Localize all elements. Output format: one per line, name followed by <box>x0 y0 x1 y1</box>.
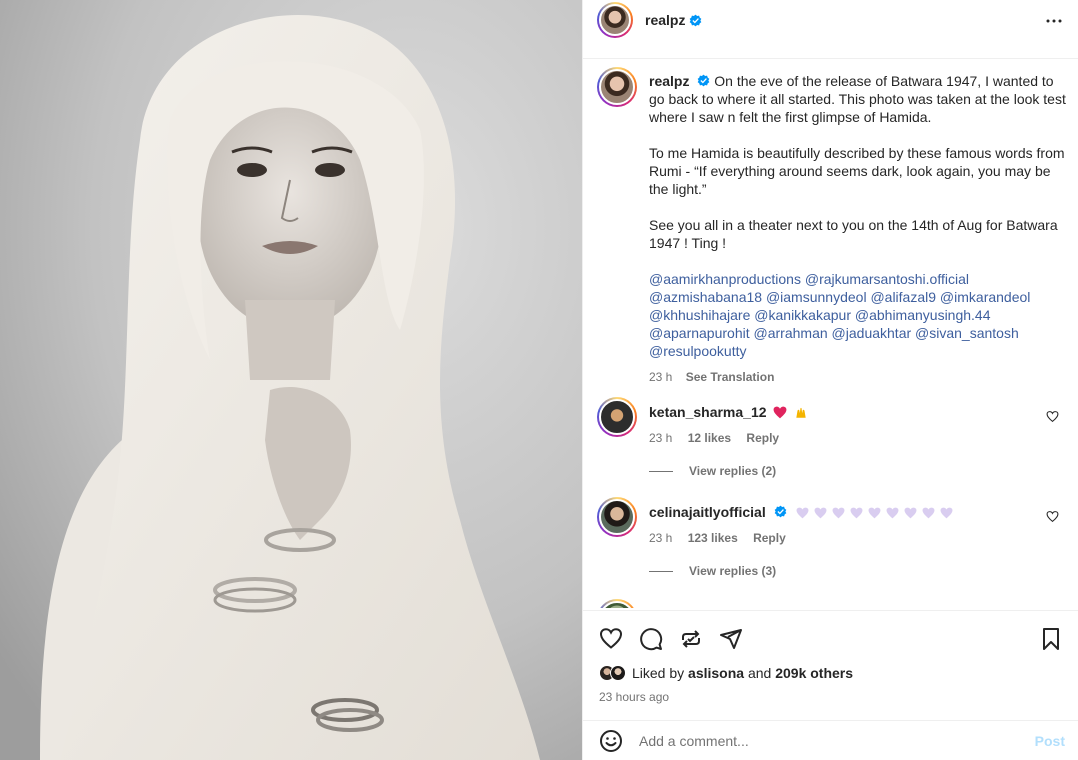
light-purple-heart-icon <box>832 507 844 519</box>
avatar[interactable] <box>597 2 633 38</box>
view-replies-button[interactable]: View replies (2) <box>649 464 776 478</box>
light-purple-heart-icon <box>796 507 808 519</box>
mention-link[interactable]: @khhushihajare <box>649 307 750 323</box>
comment-avatar[interactable] <box>597 397 637 437</box>
light-purple-heart-icon <box>904 507 916 519</box>
mention-link[interactable]: @rajkumarsantoshi.official <box>805 271 969 287</box>
like-heart-icon[interactable] <box>599 627 623 651</box>
more-horizontal-icon[interactable] <box>1045 12 1063 30</box>
portrait-illustration <box>0 0 582 760</box>
like-comment-heart-icon[interactable] <box>1046 410 1059 423</box>
comment-item: celinajaitlyofficial 23 h 123 likes Repl… <box>597 497 1067 547</box>
post-header: realpz <box>583 0 1078 40</box>
comment-time: 23 h <box>649 431 673 445</box>
save-bookmark-icon[interactable] <box>1039 627 1063 651</box>
comment-username[interactable]: ketan_sharma_12 <box>649 404 767 420</box>
likes-middle: and <box>747 665 772 681</box>
verified-badge-icon <box>774 505 786 518</box>
light-purple-heart-icon <box>922 507 934 519</box>
emoji-hearts <box>791 504 953 520</box>
light-purple-heart-icon <box>868 507 880 519</box>
likes-prefix: Liked by <box>632 665 685 681</box>
mention-link[interactable]: @alifazal9 <box>870 289 936 305</box>
likes-others[interactable]: 209k others <box>775 665 853 681</box>
view-replies-label: View replies (2) <box>689 464 777 478</box>
caption-avatar[interactable] <box>597 67 637 107</box>
comments-scroll-area[interactable]: realpz On the eve of the release of Batw… <box>583 58 1078 608</box>
comment-item: ketan_sharma_12 23 h 12 likes Reply <box>597 397 1067 447</box>
post-time-ago: 23 hours ago <box>599 690 670 704</box>
mention-link[interactable]: @kanikkakapur <box>754 307 851 323</box>
caption: realpz On the eve of the release of Batw… <box>597 63 1067 386</box>
reply-button[interactable]: Reply <box>746 431 779 445</box>
instagram-post-dialog: realpz realpz On the eve of the release … <box>0 0 1078 760</box>
comment-username[interactable]: celinajaitlyofficial <box>649 504 766 520</box>
share-send-icon[interactable] <box>719 627 743 651</box>
header-username[interactable]: realpz <box>645 12 685 28</box>
mention-link[interactable]: @resulpookutty <box>649 343 746 359</box>
post-comment-button[interactable]: Post <box>1035 733 1065 749</box>
comment-username[interactable]: poojaudeshihairdesigns <box>649 606 810 608</box>
view-replies-label: View replies (3) <box>689 564 777 578</box>
mention-link[interactable]: @azmishabana18 <box>649 289 762 305</box>
likes-summary[interactable]: Liked by aslisona and 209k others <box>599 665 853 681</box>
repost-icon[interactable] <box>679 627 703 651</box>
mention-link[interactable]: @abhimanyusingh.44 <box>855 307 991 323</box>
comment-avatar[interactable] <box>597 497 637 537</box>
reply-button[interactable]: Reply <box>753 531 786 545</box>
add-comment-bar: Post <box>583 720 1078 760</box>
mention-link[interactable]: @arrahman <box>754 325 828 341</box>
comment-input[interactable] <box>639 732 1019 749</box>
verified-badge-icon <box>698 74 710 87</box>
view-replies-button[interactable]: View replies (3) <box>649 564 776 578</box>
caption-mentions: @aamirkhanproductions @rajkumarsantoshi.… <box>649 270 1067 360</box>
mention-link[interactable]: @aamirkhanproductions <box>649 271 801 287</box>
comment-likes[interactable]: 12 likes <box>688 431 731 445</box>
raised-hands-icon <box>796 407 806 418</box>
light-purple-heart-icon <box>850 507 862 519</box>
see-translation-link[interactable]: See Translation <box>686 370 775 384</box>
verified-badge-icon <box>690 14 702 26</box>
comment-item: poojaudeshihairdesigns <box>597 599 1067 608</box>
mention-link[interactable]: @iamsunnydeol <box>766 289 867 305</box>
post-photo[interactable] <box>0 0 582 760</box>
emoji-smiley-icon[interactable] <box>599 729 623 753</box>
liker-avatar <box>610 665 626 681</box>
comment-bubble-icon[interactable] <box>639 627 663 651</box>
comment-time: 23 h <box>649 531 673 545</box>
caption-paragraph-3: See you all in a theater next to you on … <box>649 217 1058 251</box>
post-actions: Liked by aslisona and 209k others 23 hou… <box>583 610 1078 715</box>
light-purple-heart-icon <box>940 507 952 519</box>
red-heart-icon <box>774 406 787 419</box>
comment-likes[interactable]: 123 likes <box>688 531 738 545</box>
caption-time: 23 h <box>649 370 673 384</box>
caption-paragraph-2: To me Hamida is beautifully described by… <box>649 145 1065 197</box>
caption-username[interactable]: realpz <box>649 73 689 89</box>
light-purple-heart-icon <box>886 507 898 519</box>
mention-link[interactable]: @aparnapurohit <box>649 325 750 341</box>
mention-link[interactable]: @jaduakhtar <box>832 325 912 341</box>
mention-link[interactable]: @imkarandeol <box>940 289 1030 305</box>
emoji-hearts <box>814 606 899 608</box>
like-comment-heart-icon[interactable] <box>1046 510 1059 523</box>
liker-username[interactable]: aslisona <box>688 665 744 681</box>
mention-link[interactable]: @sivan_santosh <box>915 325 1019 341</box>
post-side-panel: realpz realpz On the eve of the release … <box>582 0 1078 760</box>
light-purple-heart-icon <box>814 507 826 519</box>
comment-avatar[interactable] <box>597 599 637 608</box>
caption-paragraph-1: On the eve of the release of Batwara 194… <box>649 73 1066 125</box>
